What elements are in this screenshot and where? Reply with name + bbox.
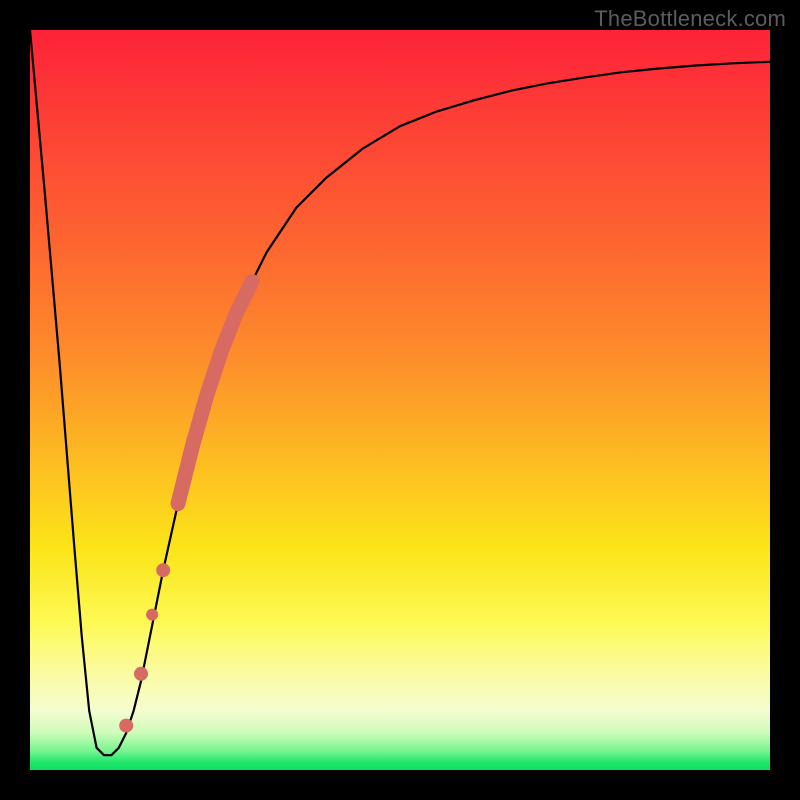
chart-frame: TheBottleneck.com — [0, 0, 800, 800]
highlight-dot — [119, 719, 133, 733]
highlight-dot — [134, 667, 148, 681]
curve-path — [30, 30, 770, 755]
watermark-text: TheBottleneck.com — [594, 6, 786, 32]
plot-area — [30, 30, 770, 770]
highlight-dot — [146, 609, 158, 621]
bottleneck-curve — [30, 30, 770, 770]
highlight-segment — [178, 282, 252, 504]
highlight-dot — [156, 563, 170, 577]
